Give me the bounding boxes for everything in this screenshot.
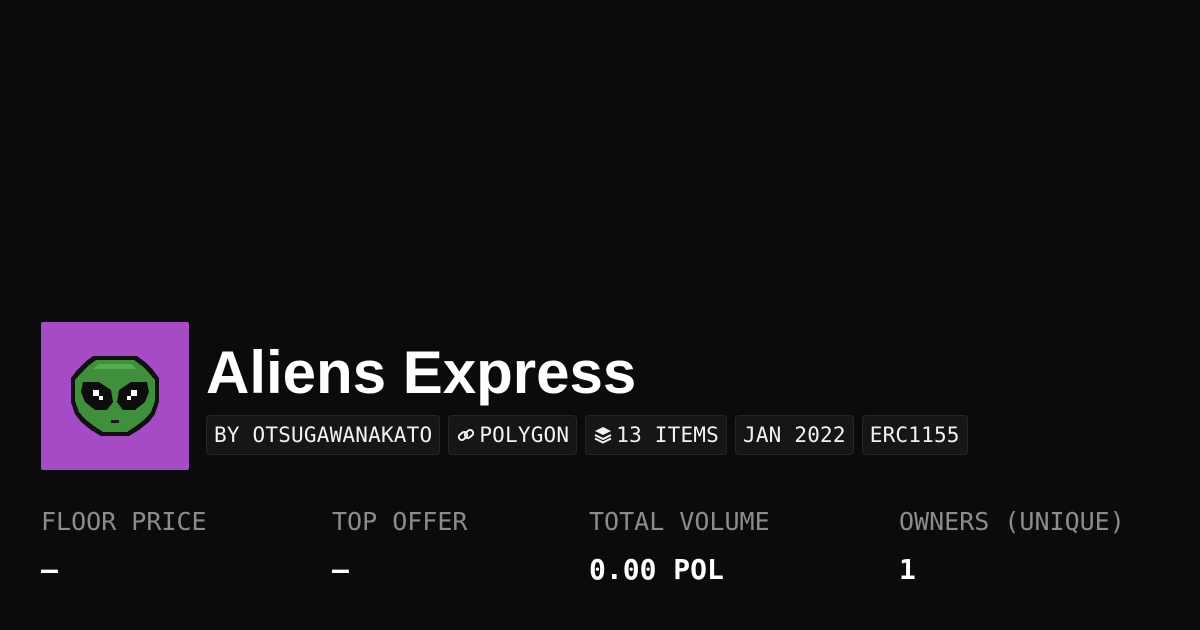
- date-pill: JAN 2022: [735, 415, 854, 455]
- top-offer-label: TOP OFFER: [332, 507, 468, 536]
- floor-price-value: –: [41, 553, 58, 586]
- chain-pill[interactable]: POLYGON: [448, 415, 578, 455]
- floor-price-stat: FLOOR PRICE –: [41, 500, 207, 596]
- standard-pill: ERC1155: [861, 415, 968, 455]
- total-volume-label: TOTAL VOLUME: [589, 507, 770, 536]
- collection-avatar: [41, 322, 189, 470]
- link-icon: [456, 425, 476, 445]
- alien-head-icon: [71, 356, 159, 436]
- collection-title: Aliens Express: [206, 339, 637, 406]
- items-pill[interactable]: 13 ITEMS: [585, 415, 727, 455]
- items-label: 13 ITEMS: [616, 423, 719, 447]
- top-offer-stat: TOP OFFER –: [332, 500, 467, 596]
- owners-value: 1: [899, 553, 916, 586]
- creator-pill[interactable]: BY OTSUGAWANAKATO: [206, 415, 441, 455]
- owners-stat: OWNERS (UNIQUE) 1: [899, 500, 1125, 596]
- collection-meta-pills: BY OTSUGAWANAKATO POLYGON 13 ITEMS JAN 2…: [206, 415, 968, 455]
- collection-stats: FLOOR PRICE – TOP OFFER – TOTAL VOLUME 0…: [0, 500, 1200, 600]
- top-offer-value: –: [332, 553, 349, 586]
- chain-label: POLYGON: [479, 423, 570, 447]
- floor-price-label: FLOOR PRICE: [41, 507, 207, 536]
- collection-card: Aliens Express BY OTSUGAWANAKATO POLYGON: [0, 0, 1200, 630]
- standard-label: ERC1155: [869, 423, 960, 447]
- layers-icon: [593, 425, 613, 445]
- creator-label: BY OTSUGAWANAKATO: [214, 423, 433, 447]
- total-volume-stat: TOTAL VOLUME 0.00 POL: [589, 500, 770, 596]
- owners-label: OWNERS (UNIQUE): [899, 507, 1125, 536]
- date-label: JAN 2022: [743, 423, 846, 447]
- total-volume-value: 0.00 POL: [589, 553, 724, 586]
